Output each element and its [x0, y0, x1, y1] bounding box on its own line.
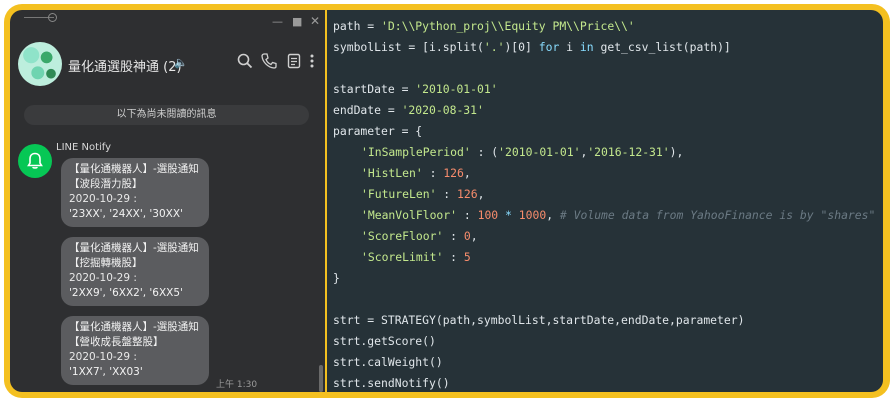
- message-date: 2020-10-29 :: [69, 351, 137, 363]
- code-line-1: path = 'D:\\Python_proj\\Equity PM\\Pric…: [333, 19, 635, 33]
- code-line-6: 'InSamplePeriod' : ('2010-01-01','2016-1…: [361, 145, 684, 159]
- phone-icon[interactable]: [260, 52, 278, 70]
- code-line-9: 'MeanVolFloor' : 100 * 1000, # Volume da…: [361, 208, 876, 222]
- unread-messages-banner: 以下為尚未閱讀的訊息: [24, 105, 309, 125]
- code-line-16: strt.sendNotify(): [333, 376, 450, 390]
- title-bar-circle: [48, 13, 57, 22]
- sender-name: LINE Notify: [56, 142, 112, 153]
- code-line-3: startDate = '2010-01-01': [333, 82, 498, 96]
- message-category: 【挖掘轉機股】: [69, 257, 143, 269]
- message-codes: '23XX', '24XX', '30XX': [69, 208, 183, 220]
- search-icon[interactable]: [236, 52, 254, 70]
- code-line-15: strt.calWeight(): [333, 355, 443, 369]
- chat-header: 量化通選股神通 (2) 🔈: [10, 36, 325, 96]
- message-codes: '1XX7', 'XX03': [69, 366, 143, 378]
- message-time: 上午 1:30: [216, 380, 258, 390]
- code-line-10: 'ScoreFloor' : 0,: [361, 229, 478, 243]
- notes-icon[interactable]: [285, 52, 303, 70]
- minimize-icon[interactable]: —: [272, 16, 283, 27]
- code-line-7: 'HistLen' : 126,: [361, 166, 471, 180]
- code-line-12: }: [333, 271, 340, 285]
- close-icon[interactable]: ✕: [310, 15, 320, 27]
- maximize-icon[interactable]: ■: [292, 16, 302, 27]
- bell-icon: [27, 152, 43, 169]
- code-line-13: strt = STRATEGY(path,symbolList,startDat…: [333, 313, 745, 327]
- speaker-muted-icon: 🔈: [174, 56, 188, 69]
- message-bubble[interactable]: 【量化通機器人】-選股通知 【波段潛力股】 2020-10-29 : '23XX…: [61, 158, 209, 227]
- chat-scrollbar[interactable]: [319, 365, 323, 392]
- code-line-11: 'ScoreLimit' : 5: [361, 250, 471, 264]
- code-line-8: 'FutureLen' : 126,: [361, 187, 485, 201]
- code-line-5: parameter = {: [333, 124, 423, 138]
- message-codes: '2XX9', '6XX2', '6XX5': [69, 287, 183, 299]
- message-date: 2020-10-29 :: [69, 193, 137, 205]
- code-line-2: symbolList = [i.split('.')[0] for i in g…: [333, 40, 731, 54]
- code-line-14: strt.getScore(): [333, 334, 436, 348]
- message-heading: 【量化通機器人】-選股通知: [69, 242, 199, 254]
- line-notify-avatar[interactable]: [18, 144, 52, 178]
- message-category: 【營收成長盤整股】: [69, 336, 164, 348]
- message-heading: 【量化通機器人】-選股通知: [69, 163, 199, 175]
- code-line-4: endDate = '2020-08-31': [333, 103, 484, 117]
- message-bubble[interactable]: 【量化通機器人】-選股通知 【挖掘轉機股】 2020-10-29 : '2XX9…: [61, 237, 209, 306]
- message-heading: 【量化通機器人】-選股通知: [69, 321, 199, 333]
- message-category: 【波段潛力股】: [69, 178, 143, 190]
- line-chat-window: — ■ ✕ 量化通選股神通 (2) 🔈 以下為尚未閱讀的訊息 LINE Noti…: [10, 10, 325, 392]
- group-avatar[interactable]: [18, 42, 62, 86]
- more-icon[interactable]: [307, 52, 317, 70]
- message-bubble[interactable]: 【量化通機器人】-選股通知 【營收成長盤整股】 2020-10-29 : '1X…: [61, 316, 209, 385]
- chat-title: 量化通選股神通 (2): [68, 60, 182, 75]
- message-date: 2020-10-29 :: [69, 272, 137, 284]
- code-editor[interactable]: path = 'D:\\Python_proj\\Equity PM\\Pric…: [327, 10, 883, 392]
